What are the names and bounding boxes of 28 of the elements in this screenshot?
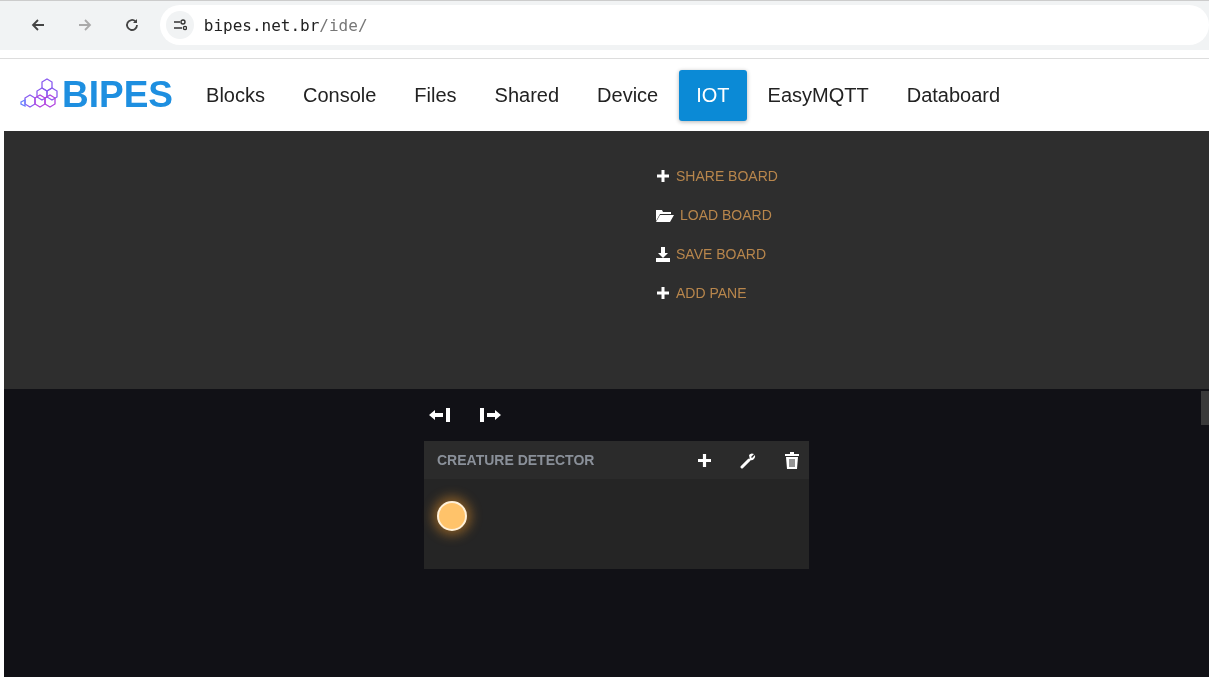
pane-title: CREATURE DETECTOR — [437, 452, 596, 468]
board-menu-item[interactable]: LOAD BOARD — [652, 204, 782, 226]
wrench-icon[interactable] — [740, 451, 757, 469]
nav-tab[interactable]: Device — [580, 69, 676, 121]
move-right-icon[interactable] — [478, 407, 502, 423]
url-host: bipes.net.br — [203, 15, 320, 35]
plus-icon — [656, 286, 670, 300]
board-menu-item[interactable]: SHARE BOARD — [652, 165, 782, 187]
nav-tab[interactable]: Blocks — [189, 69, 282, 121]
nav-tab[interactable]: Shared — [477, 69, 577, 121]
nav-tab[interactable]: Databoard — [889, 69, 1018, 121]
nav-tab[interactable]: EasyMQTT — [750, 69, 886, 121]
plus-icon[interactable] — [697, 452, 712, 468]
download-icon — [656, 246, 670, 262]
plus-icon — [656, 169, 670, 183]
address-bar[interactable]: bipes.net.br/ide/ — [159, 5, 1209, 45]
move-left-icon[interactable] — [428, 407, 452, 423]
site-settings-icon[interactable] — [165, 11, 194, 39]
scrollbar-thumb[interactable] — [1201, 391, 1209, 425]
nav-tab[interactable]: IOT — [679, 69, 747, 121]
nav-tab[interactable]: Files — [397, 69, 474, 121]
board-menu-item[interactable]: ADD PANE — [652, 282, 782, 304]
logo-text: BIPES — [62, 74, 174, 116]
nav-tab[interactable]: Console — [285, 69, 394, 121]
trash-icon[interactable] — [785, 451, 799, 469]
folder-icon — [656, 208, 674, 222]
board-menu-item[interactable]: SAVE BOARD — [652, 243, 782, 265]
url-path: /ide/ — [319, 15, 368, 35]
